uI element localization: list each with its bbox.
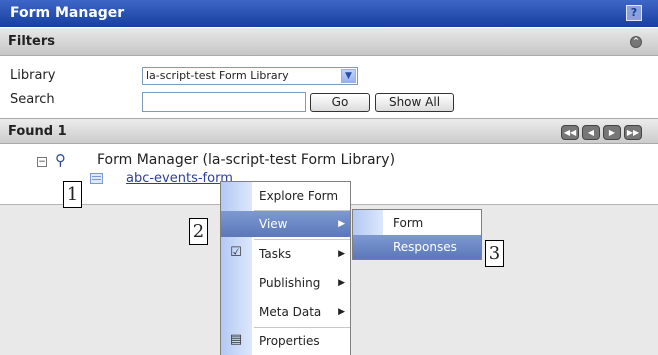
app-title: Form Manager [10, 5, 125, 21]
menu-divider [254, 239, 350, 240]
search-input[interactable] [142, 92, 306, 112]
last-page-icon[interactable]: ▶▶ [624, 125, 642, 140]
found-count: Found 1 [8, 124, 67, 139]
form-library-icon: ⚲ [55, 151, 66, 169]
menu-item-label: View [259, 217, 288, 231]
library-select-value: la-script-test Form Library [146, 69, 289, 82]
go-button[interactable]: Go [310, 93, 370, 112]
first-page-icon[interactable]: ◀◀ [561, 125, 579, 140]
filters-title: Filters [8, 34, 55, 49]
menu-item-label: Responses [393, 240, 457, 254]
menu-item-meta-data[interactable]: Meta Data ▶ [221, 299, 350, 325]
clipboard-icon: ☑ [230, 245, 242, 260]
menu-item-view[interactable]: View ▶ [221, 211, 350, 237]
filters-header[interactable]: Filters ⌃ [0, 28, 658, 56]
previous-page-icon[interactable]: ◀ [582, 125, 600, 140]
title-bar: Form Manager ? [0, 0, 658, 27]
form-item-link[interactable]: abc-events-form [126, 171, 233, 186]
library-select[interactable]: la-script-test Form Library ▼ [142, 67, 358, 85]
menu-item-label: Form [393, 216, 424, 230]
menu-item-label: Meta Data [259, 305, 322, 319]
show-all-button[interactable]: Show All [375, 93, 454, 112]
submenu-arrow-icon: ▶ [338, 307, 345, 317]
menu-item-label: Explore Form [259, 189, 339, 203]
menu-item-properties[interactable]: ▤ Properties [221, 328, 350, 354]
properties-icon: ▤ [229, 332, 243, 347]
submenu-arrow-icon: ▶ [338, 278, 345, 288]
tree-root-label[interactable]: Form Manager (la-script-test Form Librar… [97, 152, 395, 168]
menu-item-label: Properties [259, 334, 320, 348]
collapse-icon[interactable]: ⌃ [630, 36, 642, 48]
view-submenu: Form Responses [352, 209, 482, 260]
form-manager-panel: Form Manager ? Filters ⌃ Library la-scri… [0, 0, 658, 205]
help-icon[interactable]: ? [626, 5, 642, 21]
callout-3: 3 [485, 240, 504, 267]
submenu-arrow-icon: ▶ [338, 249, 345, 259]
tree-collapse-icon[interactable]: − [37, 157, 47, 167]
callout-1: 1 [63, 181, 82, 208]
form-icon [90, 173, 103, 184]
context-menu: Explore Form View ▶ ☑ Tasks ▶ Publishing… [220, 181, 351, 355]
menu-item-publishing[interactable]: Publishing ▶ [221, 270, 350, 296]
next-page-icon[interactable]: ▶ [603, 125, 621, 140]
menu-item-label: Publishing [259, 276, 321, 290]
submenu-item-responses[interactable]: Responses [353, 235, 481, 259]
search-label: Search [10, 92, 55, 107]
results-header: Found 1 ◀◀ ◀ ▶ ▶▶ [0, 118, 658, 144]
menu-item-label: Tasks [259, 247, 292, 261]
callout-2: 2 [189, 218, 208, 245]
submenu-item-form[interactable]: Form [353, 211, 481, 235]
submenu-arrow-icon: ▶ [338, 219, 345, 229]
menu-item-tasks[interactable]: ☑ Tasks ▶ [221, 241, 350, 267]
chevron-down-icon[interactable]: ▼ [341, 69, 356, 83]
menu-item-explore-form[interactable]: Explore Form [221, 183, 350, 209]
library-label: Library [10, 68, 56, 83]
